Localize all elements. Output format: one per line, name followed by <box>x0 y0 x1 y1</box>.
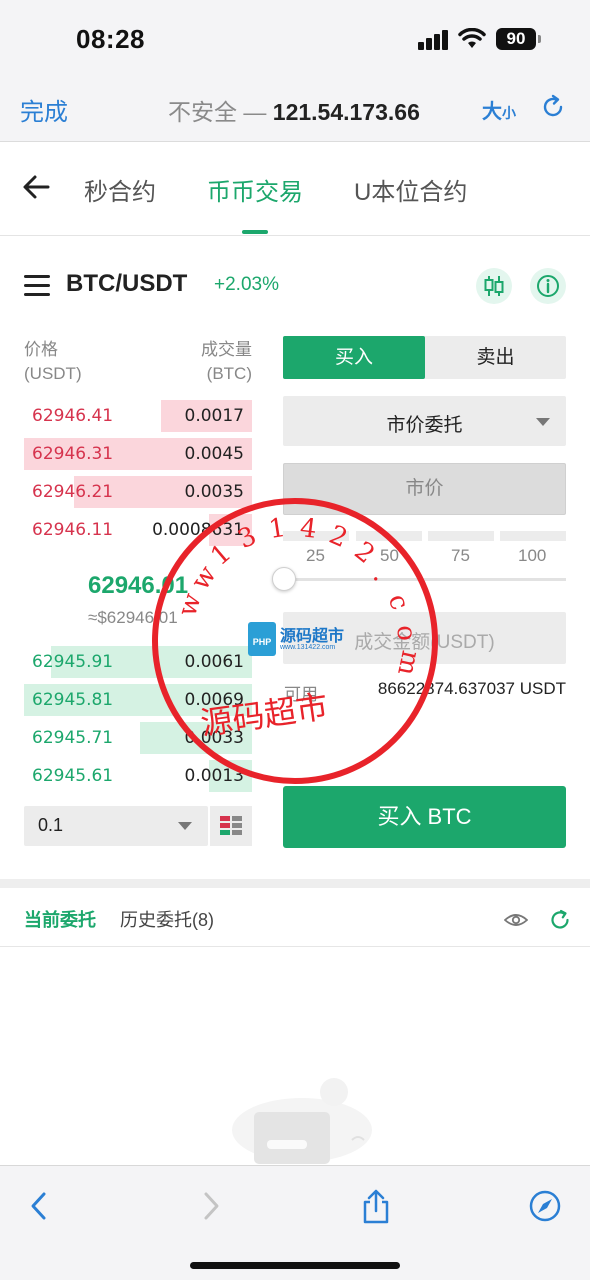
info-icon[interactable] <box>530 268 566 304</box>
status-bar: 08:28 90 <box>0 0 590 72</box>
ask-row[interactable]: 62946.21 0.0035 <box>24 476 252 508</box>
text-size-small: 小 <box>502 105 516 121</box>
logo-subtitle: www.131422.com <box>280 644 336 651</box>
browser-url-bar: 完成 不安全 — 121.54.173.66 大小 <box>0 72 590 142</box>
bid-price: 62945.71 <box>32 728 114 748</box>
refresh-icon[interactable] <box>549 909 571 931</box>
active-tab-indicator <box>242 230 268 234</box>
chevron-down-icon <box>178 822 192 830</box>
ask-price: 62946.31 <box>32 444 114 464</box>
sell-tab[interactable]: 卖出 <box>425 336 566 379</box>
order-type-value: 市价委托 <box>386 415 463 436</box>
tab-spot-trading[interactable]: 币币交易 <box>207 172 303 207</box>
url-security-label: 不安全 — <box>168 99 273 125</box>
browser-back-icon[interactable] <box>22 1188 58 1224</box>
qty-column-header: 成交量 (BTC) <box>201 338 252 386</box>
wifi-icon <box>458 28 486 48</box>
php-file-icon: PHP <box>248 622 276 656</box>
browser-forward-icon[interactable] <box>192 1188 228 1224</box>
pair-change: +2.03% <box>214 274 279 295</box>
section-divider <box>0 879 590 888</box>
price-header-unit: (USDT) <box>24 364 82 383</box>
done-button[interactable]: 完成 <box>20 92 68 127</box>
home-indicator <box>190 1262 400 1269</box>
ask-price: 62946.11 <box>32 520 114 540</box>
tab-order-history[interactable]: 历史委托(8) <box>120 906 214 932</box>
qty-header-unit: (BTC) <box>206 364 252 383</box>
ask-quantity: 0.0045 <box>184 444 244 464</box>
status-time: 08:28 <box>76 24 145 54</box>
order-type-select[interactable]: 市价委托 <box>283 396 566 446</box>
menu-icon[interactable] <box>24 275 50 297</box>
ask-row[interactable]: 62946.31 0.0045 <box>24 438 252 470</box>
logo-title: 源码超市 <box>280 628 345 645</box>
ask-quantity: 0.0035 <box>184 482 244 502</box>
price-column-header: 价格 (USDT) <box>24 338 82 386</box>
compass-icon[interactable] <box>527 1188 563 1224</box>
precision-value: 0.1 <box>38 815 64 835</box>
book-layout-icon[interactable] <box>210 806 252 846</box>
tab-usdt-futures[interactable]: U本位合约 <box>354 172 467 207</box>
bid-price: 62945.81 <box>32 690 114 710</box>
buy-btc-button[interactable]: 买入 BTC <box>283 786 566 848</box>
watermark-letter: 4 <box>298 512 319 545</box>
precision-select[interactable]: 0.1 <box>24 806 208 846</box>
chevron-down-icon <box>536 418 550 426</box>
bid-price: 62945.91 <box>32 652 114 672</box>
tab-second-contract[interactable]: 秒合约 <box>84 172 156 207</box>
back-arrow-icon[interactable] <box>22 174 50 200</box>
trade-type-tabs: 秒合约 币币交易 U本位合约 <box>0 142 590 236</box>
bid-price: 62945.61 <box>32 766 114 786</box>
ask-price: 62946.41 <box>32 406 114 426</box>
ask-quantity: 0.0017 <box>184 406 244 426</box>
bid-row[interactable]: 62945.61 0.0013 <box>24 760 252 792</box>
qty-header-label: 成交量 <box>201 340 252 359</box>
percent-segment-100[interactable] <box>500 531 566 541</box>
ask-price: 62946.21 <box>32 482 114 502</box>
pair-name[interactable]: BTC/USDT <box>66 270 187 298</box>
cellular-signal-icon <box>418 30 450 50</box>
tab-current-orders[interactable]: 当前委托 <box>24 906 96 932</box>
text-size-button[interactable]: 大小 <box>482 95 516 124</box>
watermark-logo: PHP 源码超市 www.131422.com <box>248 622 348 656</box>
share-icon[interactable] <box>358 1188 394 1224</box>
buy-tab[interactable]: 买入 <box>283 336 425 379</box>
eye-icon[interactable] <box>504 910 528 930</box>
orders-divider <box>0 946 590 947</box>
text-size-large: 大 <box>482 101 502 123</box>
percent-label-75[interactable]: 75 <box>451 546 470 566</box>
url-host: 121.54.173.66 <box>272 99 420 125</box>
candlestick-chart-icon[interactable] <box>476 268 512 304</box>
ask-row[interactable]: 62946.41 0.0017 <box>24 400 252 432</box>
reload-icon[interactable] <box>540 94 566 120</box>
watermark-letter: o <box>390 623 422 642</box>
price-header-label: 价格 <box>24 340 58 359</box>
buy-sell-toggle: 买入 卖出 <box>283 336 566 379</box>
battery-icon: 90 <box>496 28 541 50</box>
percent-segment-75[interactable] <box>428 531 494 541</box>
percent-label-100[interactable]: 100 <box>518 546 546 566</box>
url-display[interactable]: 不安全 — 121.54.173.66 <box>168 93 420 127</box>
empty-state-illustration <box>232 1078 372 1164</box>
